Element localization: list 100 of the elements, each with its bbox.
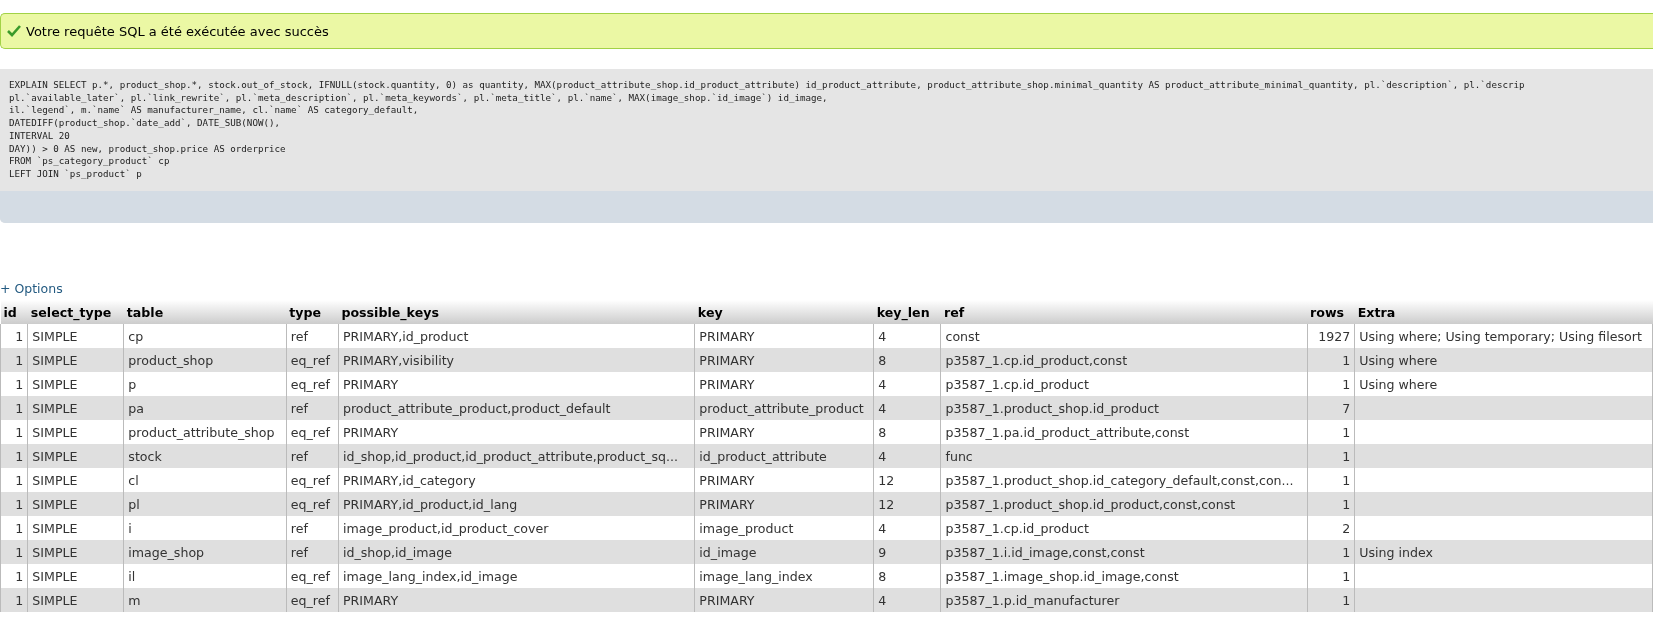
table-cell: SIMPLE <box>27 420 124 444</box>
table-cell: stock <box>123 444 287 468</box>
table-cell: 1 <box>0 540 28 564</box>
sql-code-line: EXPLAIN SELECT p.*, product_shop.*, stock.out_of_stock, IFNULL(stock.quantity, 0) as quantity, MAX(product_attribute_shop.id_product_attribute) id_product_attribute, product_attribute_shop.minimal_quantity AS product_attribute_minimal_quantity, pl.`description`, pl.`descrip <box>9 79 1526 92</box>
table-cell: product_attribute_shop <box>123 420 287 444</box>
column-header[interactable]: rows <box>1307 300 1355 324</box>
table-cell: product_shop <box>123 348 287 372</box>
column-header[interactable]: key <box>694 300 874 324</box>
table-cell: 4 <box>873 324 941 348</box>
table-cell: 4 <box>873 396 941 420</box>
table-cell: PRIMARY <box>338 588 695 612</box>
table-cell: Using where <box>1354 372 1653 396</box>
table-cell: PRIMARY <box>694 588 874 612</box>
sql-code-line: LEFT JOIN `ps_product` p <box>9 167 143 181</box>
column-header[interactable]: Extra <box>1354 300 1653 324</box>
table-cell: 1 <box>1307 420 1355 444</box>
table-cell: ref <box>286 396 339 420</box>
table-cell: 1 <box>0 468 28 492</box>
table-cell: eq_ref <box>286 492 339 516</box>
table-cell: PRIMARY,id_product <box>338 324 695 348</box>
table-cell: p3587_1.cp.id_product <box>940 516 1308 540</box>
column-header[interactable]: type <box>286 300 339 324</box>
sql-code-line: INTERVAL 20 <box>9 129 71 143</box>
sql-code-line: il.`legend`, m.`name` AS manufacturer_name, cl.`name` AS category_default, <box>9 104 420 118</box>
table-cell: ref <box>286 324 339 348</box>
table-cell: 8 <box>873 564 941 588</box>
table-cell: p3587_1.cp.id_product,const <box>940 348 1308 372</box>
table-cell: SIMPLE <box>27 372 124 396</box>
table-cell: cp <box>123 324 287 348</box>
table-cell: image_product <box>694 516 874 540</box>
table-cell: p3587_1.p.id_manufacturer <box>940 588 1308 612</box>
table-cell: 12 <box>873 492 941 516</box>
table-cell: product_attribute_product,product_default <box>338 396 695 420</box>
table-cell: m <box>123 588 287 612</box>
table-cell: pl <box>123 492 287 516</box>
table-cell: eq_ref <box>286 420 339 444</box>
table-cell: 1 <box>0 372 28 396</box>
table-cell: SIMPLE <box>27 588 124 612</box>
sql-code-line: pl.`available_later`, pl.`link_rewrite`, pl.`meta_description`, pl.`meta_keywords`, pl.`meta_title`, pl.`name`, MAX(image_shop.`id_image`) id_image, <box>9 91 829 105</box>
table-cell: 2 <box>1307 516 1355 540</box>
success-text: Votre requête SQL a été exécutée avec succès <box>26 23 329 39</box>
table-cell: id_shop,id_image <box>338 540 695 564</box>
table-cell: id_product_attribute <box>694 444 874 468</box>
table-cell: eq_ref <box>286 588 339 612</box>
table-cell: id_shop,id_product,id_product_attribute,product_sq... <box>338 444 695 468</box>
table-cell: SIMPLE <box>27 540 124 564</box>
table-cell: SIMPLE <box>27 324 124 348</box>
table-cell: il <box>123 564 287 588</box>
table-cell: pa <box>123 396 287 420</box>
table-cell: ref <box>286 444 339 468</box>
table-cell: PRIMARY,visibility <box>338 348 695 372</box>
table-cell: image_product,id_product_cover <box>338 516 695 540</box>
table-cell: 9 <box>873 540 941 564</box>
table-cell: 1 <box>0 324 28 348</box>
table-cell: 1 <box>1307 588 1355 612</box>
column-header[interactable]: table <box>123 300 287 324</box>
column-header[interactable]: possible_keys <box>338 300 695 324</box>
table-cell: func <box>940 444 1308 468</box>
table-cell: p3587_1.cp.id_product <box>940 372 1308 396</box>
table-cell: PRIMARY <box>338 420 695 444</box>
table-cell: SIMPLE <box>27 468 124 492</box>
column-header[interactable]: key_len <box>873 300 941 324</box>
sql-code-line: DATEDIFF(product_shop.`date_add`, DATE_SUB(NOW(), <box>9 117 282 130</box>
sql-code-line: FROM `ps_category_product` cp <box>9 155 171 168</box>
column-header[interactable]: ref <box>940 300 1308 324</box>
table-cell: 1 <box>1307 564 1355 588</box>
table-cell: cl <box>123 468 287 492</box>
table-cell: 1 <box>0 396 28 420</box>
table-cell: image_lang_index,id_image <box>338 564 695 588</box>
column-header[interactable]: select_type <box>27 300 124 324</box>
table-cell: PRIMARY,id_product,id_lang <box>338 492 695 516</box>
table-cell: 1 <box>1307 468 1355 492</box>
table-cell: eq_ref <box>286 564 339 588</box>
table-cell: p3587_1.i.id_image,const,const <box>940 540 1308 564</box>
table-cell: PRIMARY <box>694 492 874 516</box>
table-cell: PRIMARY <box>338 372 695 396</box>
options-link[interactable]: + Options <box>0 281 63 296</box>
sql-code-line: DAY)) > 0 AS new, product_shop.price AS orderprice <box>9 142 287 156</box>
table-cell: Using index <box>1354 540 1653 564</box>
table-cell: 8 <box>873 420 941 444</box>
table-cell: 12 <box>873 468 941 492</box>
table-cell: Using where <box>1354 348 1653 372</box>
table-cell: 1 <box>1307 444 1355 468</box>
column-header[interactable]: id <box>0 300 28 324</box>
table-cell: id_image <box>694 540 874 564</box>
table-cell: eq_ref <box>286 348 339 372</box>
table-cell: SIMPLE <box>27 396 124 420</box>
table-cell: SIMPLE <box>27 348 124 372</box>
table-cell: PRIMARY <box>694 420 874 444</box>
table-cell: product_attribute_product <box>694 396 874 420</box>
table-cell: 1 <box>0 444 28 468</box>
table-cell: 1 <box>1307 348 1355 372</box>
table-cell: SIMPLE <box>27 516 124 540</box>
table-cell: const <box>940 324 1308 348</box>
table-cell: 1 <box>1307 492 1355 516</box>
table-cell: 7 <box>1307 396 1355 420</box>
table-cell: Using where; Using temporary; Using filesort <box>1354 324 1653 348</box>
table-cell: ref <box>286 540 339 564</box>
table-cell: eq_ref <box>286 468 339 492</box>
table-cell: 1 <box>0 492 28 516</box>
